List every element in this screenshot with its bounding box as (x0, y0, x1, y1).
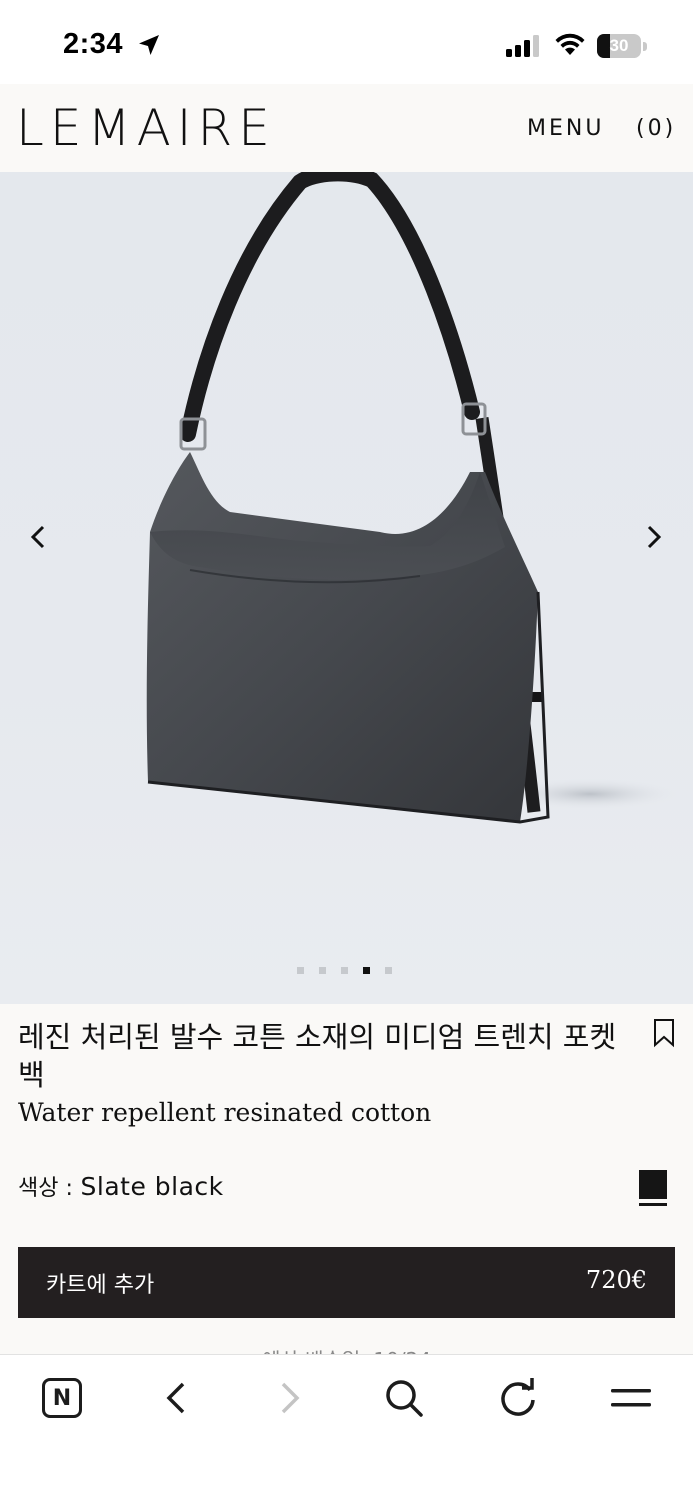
chevron-left-icon (30, 525, 45, 549)
naver-home-icon: N (42, 1378, 82, 1418)
add-to-cart-label: 카트에 추가 (46, 1273, 155, 1298)
search-button[interactable] (380, 1374, 428, 1422)
bookmark-icon[interactable] (652, 1018, 676, 1048)
gallery-dot[interactable] (319, 967, 326, 974)
product-price: 720€ (585, 1266, 647, 1294)
back-arrow-icon (166, 1382, 185, 1414)
search-icon (386, 1380, 423, 1417)
battery-nub (643, 42, 647, 51)
naver-home-button[interactable]: N (38, 1374, 86, 1422)
signal-icon (506, 35, 539, 57)
gallery-prev-button[interactable] (16, 515, 60, 559)
swatch-fill (639, 1170, 667, 1199)
forward-arrow-icon (281, 1382, 300, 1414)
site-header: LEMAIRE MENU (0) (0, 84, 693, 172)
color-value: Slate black (80, 1172, 224, 1201)
status-time: 2:34 (63, 28, 124, 60)
wifi-icon (555, 33, 585, 55)
chevron-right-icon (647, 525, 662, 549)
reload-icon (501, 1378, 535, 1416)
battery-level: 30 (609, 36, 629, 55)
product-gallery[interactable] (0, 172, 693, 1004)
gallery-dot[interactable] (341, 967, 348, 974)
brand-logo[interactable]: LEMAIRE (16, 99, 276, 157)
color-row: 색상 : Slate black (18, 1170, 224, 1202)
back-button[interactable] (152, 1374, 200, 1422)
product-subtitle: Water repellent resinated cotton (18, 1098, 432, 1127)
hamburger-menu-icon (611, 1389, 651, 1407)
forward-button[interactable] (266, 1374, 314, 1422)
product-info: 레진 처리된 발수 코튼 소재의 미디엄 트렌치 포켓 백 Water repe… (0, 1004, 693, 1372)
browser-toolbar: N (0, 1354, 693, 1500)
color-swatch[interactable] (639, 1170, 667, 1206)
color-label: 색상 : (18, 1176, 73, 1201)
reload-button[interactable] (494, 1374, 542, 1422)
hamburger-menu-button[interactable] (607, 1374, 655, 1422)
status-bar: 2:34 30 (0, 0, 693, 84)
cart-button[interactable]: (0) (636, 116, 676, 141)
battery-icon: 30 (597, 34, 647, 58)
swatch-selected-indicator (639, 1203, 667, 1206)
location-arrow-icon (139, 35, 159, 55)
menu-button[interactable]: MENU (527, 116, 604, 141)
product-image (146, 172, 680, 824)
battery-body: 30 (597, 34, 641, 58)
gallery-dot[interactable] (363, 967, 370, 974)
gallery-dots (297, 967, 392, 975)
gallery-next-button[interactable] (632, 515, 676, 559)
gallery-dot[interactable] (385, 967, 392, 974)
product-title: 레진 처리된 발수 코튼 소재의 미디엄 트렌치 포켓 백 (18, 1020, 617, 1092)
add-to-cart-button[interactable]: 카트에 추가 720€ (18, 1247, 675, 1318)
gallery-dot[interactable] (297, 967, 304, 974)
